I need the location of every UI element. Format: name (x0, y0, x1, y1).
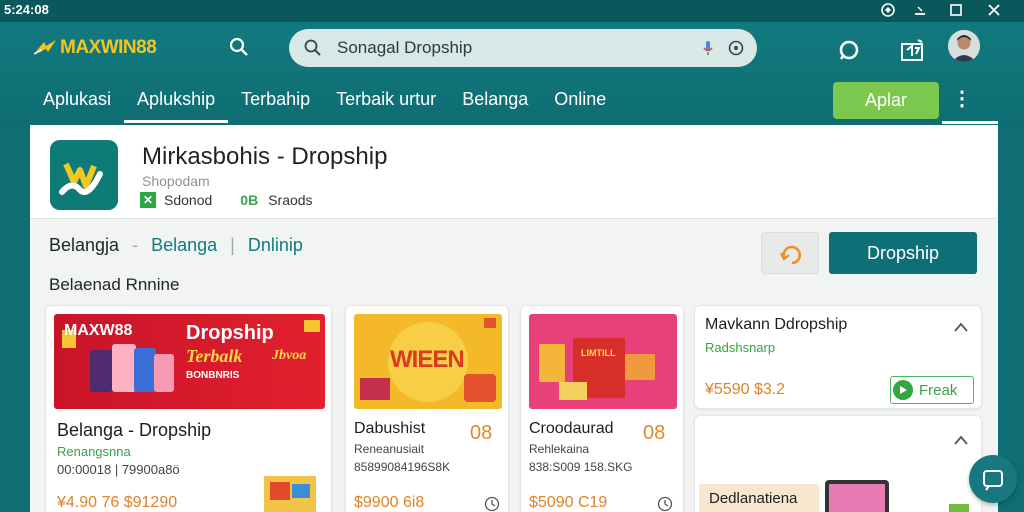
settings-icon[interactable] (880, 2, 896, 18)
product-card[interactable]: MAXW88 Dropship Terbalk BONBNRIS Jbvoa B… (45, 305, 332, 512)
rating-label: Sraods (268, 192, 313, 208)
gift-icon[interactable] (898, 36, 926, 64)
banner-title: Dropship (186, 322, 274, 344)
clock-icon[interactable] (657, 496, 673, 512)
badge-label: Sdonod (164, 192, 213, 208)
breadcrumb-separator: | (230, 235, 235, 255)
product-count: 08 (643, 422, 666, 444)
check-badge-icon: ✕ (140, 192, 156, 208)
product-seller: Radshsnarp (705, 340, 776, 355)
product-meta: 00:00018 | 79900a8ö (57, 462, 180, 477)
breadcrumb-separator: - (132, 235, 139, 255)
notification-icon[interactable] (835, 36, 863, 64)
refresh-icon (779, 245, 802, 265)
product-seller: Renangsnna (57, 444, 131, 459)
product-price: $5090 C19 (529, 494, 608, 511)
nav-tabs: Aplukasi Aplukship Terbahip Terbaik urtu… (30, 82, 619, 123)
tab-aplukasi[interactable]: Aplukasi (30, 82, 124, 122)
price-value: ¥4.90 76 (57, 494, 120, 511)
price-secondary: $91290 (123, 494, 178, 511)
phone-image-icon (825, 480, 889, 512)
minimize-icon[interactable] (912, 2, 928, 18)
product-price: ¥5590 $3.2 (705, 381, 786, 398)
user-avatar-icon (948, 30, 980, 62)
apply-button[interactable]: Aplar (833, 82, 939, 119)
status-bar: 5:24:08 (0, 0, 1024, 22)
brand-logo[interactable]: MAXWIN88 (32, 36, 157, 60)
microphone-icon[interactable] (699, 39, 717, 57)
product-price: ¥4.90 76 $91290 (57, 494, 177, 512)
app-logo-icon (50, 140, 118, 210)
product-title[interactable]: Dabushist (354, 420, 425, 438)
product-title[interactable]: Dedlanatiena (709, 490, 797, 507)
product-card[interactable]: Mavkann Ddropship Radshsnarp ¥5590 $3.2 … (694, 305, 982, 409)
chat-button[interactable] (969, 455, 1017, 503)
product-meta: Reneanusiait (354, 442, 425, 456)
play-icon (893, 380, 913, 400)
product-title[interactable]: Mavkann Ddropship (705, 316, 847, 334)
maximize-icon[interactable] (948, 2, 964, 18)
clock-text: 5:24:08 (4, 2, 49, 17)
banner-title: WIEEN (390, 346, 465, 373)
app-title: Mirkasbohis - Dropship (142, 143, 388, 170)
product-meta: Rehlekaina (529, 442, 590, 456)
banner-tag: BONBNRIS (186, 370, 240, 381)
avatar[interactable] (948, 30, 980, 62)
product-count: 08 (470, 422, 493, 444)
chat-icon (983, 470, 1003, 491)
main-panel: Mirkasbohis - Dropship Shopodam ✕ Sdonod… (30, 125, 998, 512)
banner-title: LIMTILL (581, 348, 616, 358)
gift-box-icon (949, 504, 969, 512)
rating-badge: 0B (240, 192, 259, 208)
brand-name: MAXWIN88 (60, 37, 157, 58)
tab-terbahip[interactable]: Terbahip (228, 82, 323, 122)
more-options-button[interactable]: ⋮ (952, 86, 972, 114)
app-subtitle: Shopodam (142, 173, 210, 189)
product-box-icon (264, 476, 316, 512)
tab-aplukship[interactable]: Aplukship (124, 82, 229, 123)
tab-indicator (942, 121, 998, 124)
search-icon (304, 39, 321, 56)
clock-icon[interactable] (484, 496, 500, 512)
app-badges: ✕ Sdonod 0B Sraods (140, 192, 313, 208)
tab-terbaik-urtur[interactable]: Terbaik urtur (323, 82, 449, 122)
lens-icon[interactable] (727, 39, 745, 57)
search-icon[interactable] (228, 36, 250, 58)
banner-brand: MAXW88 (64, 322, 133, 339)
app-header: MAXWIN88 Aplukasi Aplukship Terbahip Ter… (0, 22, 1024, 125)
product-meta: 85899084196S8K (354, 460, 451, 474)
search-input[interactable] (337, 38, 677, 58)
chevron-up-icon[interactable] (953, 434, 969, 446)
peak-button[interactable]: Freak (890, 376, 974, 404)
wing-logo-icon (33, 40, 56, 55)
product-card[interactable]: WIEEN Dabushist 08 Reneanusiait 85899084… (345, 305, 509, 512)
breadcrumb: Belangja - Belanga | Dnlinip (49, 235, 303, 256)
product-card[interactable]: LIMTILL Croodaurad 08 Rehlekaina 838:S00… (520, 305, 684, 512)
tab-belanga[interactable]: Belanga (449, 82, 541, 122)
product-title[interactable]: Croodaurad (529, 420, 614, 438)
banner-subtitle: Terbalk (186, 346, 243, 366)
dropship-button[interactable]: Dropship (829, 232, 977, 274)
close-icon[interactable] (986, 2, 1002, 18)
banner-side-text: Jbvoa (272, 348, 307, 363)
tab-online[interactable]: Online (541, 82, 619, 122)
breadcrumb-item[interactable]: Belangja (49, 235, 119, 255)
search-bar[interactable] (289, 29, 757, 67)
breadcrumb-item[interactable]: Belanga (151, 235, 217, 255)
section-title: Belaenad Rnnine (49, 275, 180, 294)
chevron-up-icon[interactable] (953, 321, 969, 333)
product-price: $9900 6i8 (354, 494, 425, 511)
refresh-button[interactable] (761, 232, 819, 274)
product-banner (529, 314, 677, 409)
breadcrumb-item[interactable]: Dnlinip (248, 235, 303, 255)
app-info-header: Mirkasbohis - Dropship Shopodam ✕ Sdonod… (30, 125, 998, 219)
product-meta: 838:S009 158.SKG (529, 460, 633, 474)
peak-label: Freak (919, 381, 958, 399)
product-title[interactable]: Belanga - Dropship (57, 420, 211, 441)
product-card[interactable]: Dedlanatiena (694, 415, 982, 512)
